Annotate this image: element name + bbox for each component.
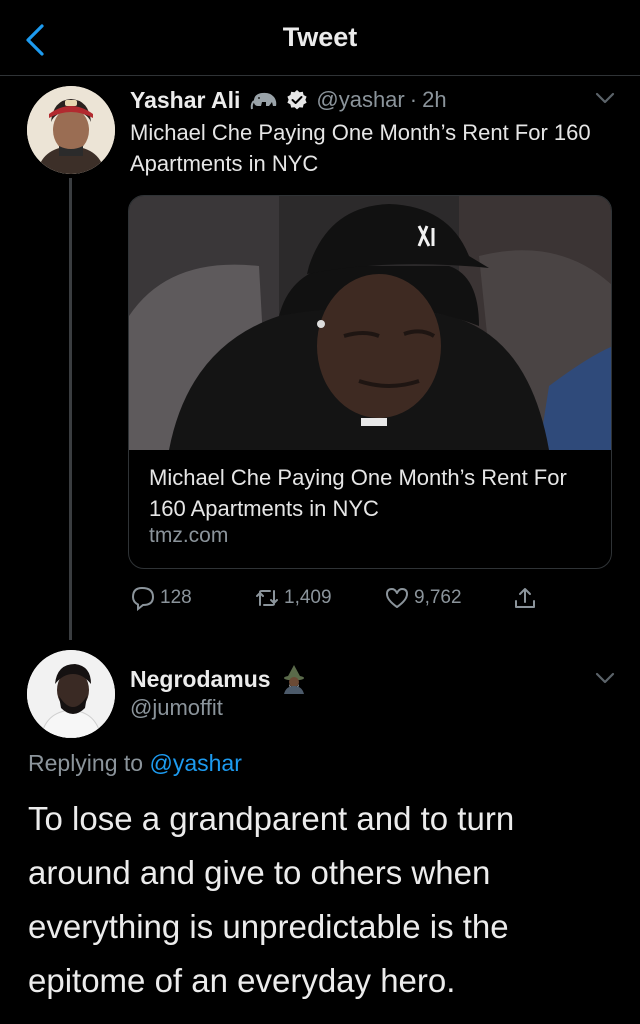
reply-author-handle[interactable]: @jumoffit: [130, 695, 223, 721]
separator-dot: ·: [409, 87, 418, 112]
reply-menu-button[interactable]: [592, 668, 618, 688]
verified-badge-icon: [287, 90, 307, 110]
retweet-count: 1,409: [284, 587, 332, 608]
avatar-image: [27, 650, 115, 738]
author-name[interactable]: Yashar Ali: [130, 87, 240, 114]
heart-icon: [386, 588, 408, 608]
avatar-jumoffit[interactable]: [27, 650, 115, 738]
replying-prefix: Replying to: [28, 750, 144, 776]
top-nav-bar: Tweet: [0, 0, 640, 76]
tweet-text: Michael Che Paying One Month’s Rent For …: [130, 120, 591, 176]
tweet-time: 2h: [422, 87, 447, 112]
like-count: 9,762: [414, 587, 462, 608]
mage-emoji-icon: [283, 665, 304, 694]
tweet-author-row: Yashar Ali @yashar · 2h: [130, 84, 447, 116]
card-image: [129, 196, 611, 450]
link-preview-card[interactable]: Michael Che Paying One Month’s Rent For …: [128, 195, 612, 569]
replying-to-mention[interactable]: @yashar: [149, 750, 241, 776]
share-icon: [515, 588, 535, 608]
card-title: Michael Che Paying One Month’s Rent For …: [149, 465, 567, 521]
card-domain: tmz.com: [149, 524, 229, 547]
author-handle[interactable]: @yashar: [316, 87, 404, 113]
reply-author-name[interactable]: Negrodamus: [130, 666, 271, 693]
chevron-down-icon: [595, 92, 615, 104]
tweet-menu-button[interactable]: [592, 88, 618, 108]
reply-author-row: Negrodamus: [130, 663, 309, 695]
avatar-image: [27, 86, 115, 174]
reply-text: To lose a grandparent and to turn around…: [28, 800, 515, 999]
share-button[interactable]: [512, 582, 538, 614]
avatar-yashar[interactable]: [27, 86, 115, 174]
retweet-button[interactable]: 1,409: [254, 582, 332, 614]
retweet-icon: [256, 590, 278, 606]
replying-to-line: Replying to @yashar: [28, 750, 242, 777]
chevron-down-icon: [595, 672, 615, 684]
reply-count: 128: [160, 587, 192, 608]
elephant-emoji-icon: [251, 92, 277, 110]
tweet-actions-bar: 128 1,409 9,762: [130, 582, 600, 614]
reply-icon: [131, 586, 155, 611]
reply-button[interactable]: 128: [130, 582, 192, 614]
page-title: Tweet: [282, 22, 358, 52]
like-button[interactable]: 9,762: [384, 582, 462, 614]
thread-connector-line: [69, 178, 72, 640]
